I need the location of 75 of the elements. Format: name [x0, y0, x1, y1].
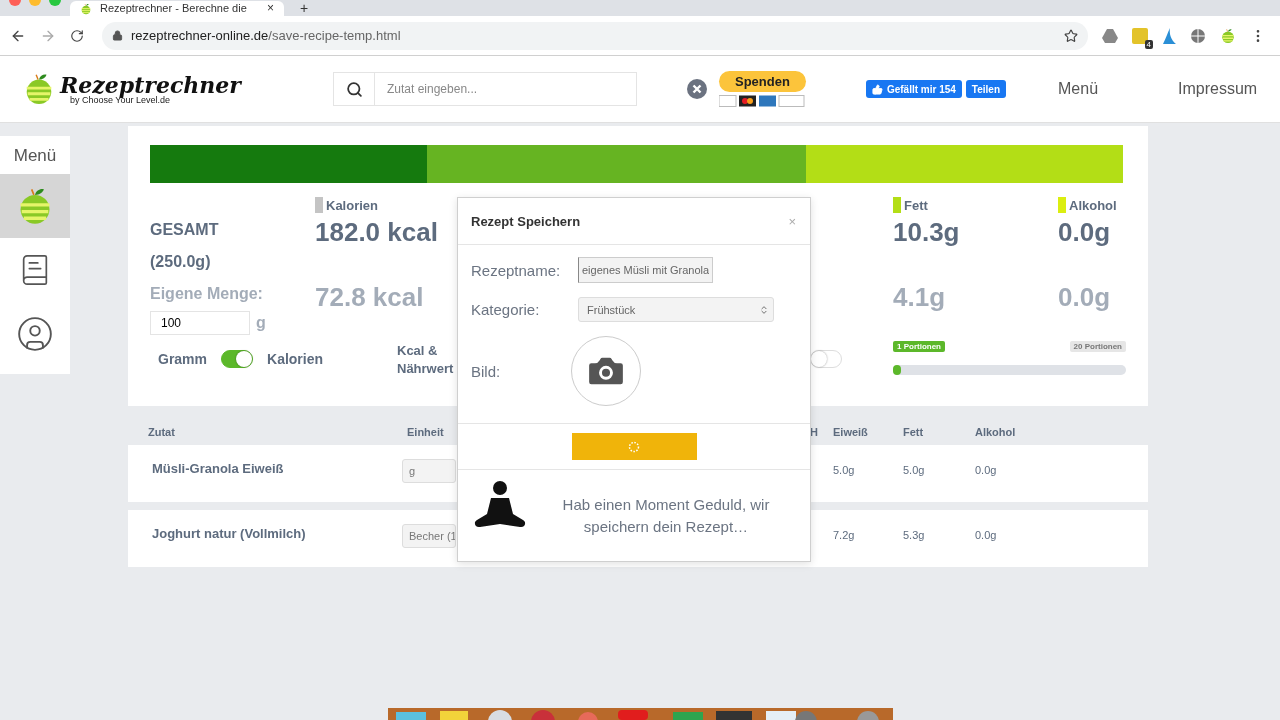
updown-icon [759, 304, 769, 315]
category-select[interactable]: Frühstück [578, 297, 774, 322]
amount-field[interactable]: 100 [150, 311, 250, 335]
stat-label: Alkohol [1069, 197, 1117, 213]
search-bar[interactable]: Zutat eingeben... [333, 72, 637, 106]
extension-icon[interactable] [1132, 27, 1148, 44]
kcal-switch[interactable] [810, 350, 842, 368]
unit-select[interactable]: g [402, 459, 456, 483]
table-cell-text: 0.0g [975, 529, 998, 541]
thumbs-up-icon [871, 83, 883, 95]
extension-badge: 4 [1144, 39, 1153, 49]
stat-total: 10.3g [893, 217, 960, 248]
table-cell-text: 5.0g [903, 464, 926, 476]
nav-link[interactable]: Menü [1058, 80, 1099, 98]
recipe-name-field[interactable]: eigenes Müsli mit Granola [578, 257, 713, 283]
ingredient-name: Müsli-Granola Eiweiß [151, 461, 285, 476]
mode-switch[interactable] [221, 350, 254, 368]
apple-extension-icon [1220, 27, 1236, 44]
stat-own: 0.0g [1058, 282, 1111, 313]
slider-fill[interactable] [893, 365, 901, 375]
kcal-toggle-label: Kcal & Nährwert [397, 343, 454, 376]
reload-icon[interactable] [70, 28, 84, 43]
field-label: Kategorie: [471, 301, 541, 318]
portions-slider[interactable] [893, 365, 1126, 375]
max-portions-tag: 20 Portionen [1069, 341, 1126, 352]
search-field[interactable]: Zutat eingeben... [375, 82, 636, 96]
column-header: Eiweiß [833, 426, 869, 438]
table-cell-text: 5.3g [903, 529, 926, 541]
column-header: Einheit [407, 426, 445, 438]
spinner-icon [628, 440, 640, 453]
tab-close-button[interactable]: × [267, 2, 274, 15]
address-bar[interactable]: rezeptrechner-online.de/save-recipe-temp.html [102, 21, 1088, 50]
favicon-icon [80, 2, 92, 15]
tab-title: Rezeptrechner - Berechne die [100, 2, 248, 15]
stat-label: Kalorien [326, 197, 378, 213]
lock-icon [112, 30, 123, 41]
close-icon[interactable] [687, 79, 707, 99]
search-icon[interactable] [345, 80, 363, 98]
summary-title: GESAMT [150, 221, 220, 239]
column-header: Alkohol [975, 426, 1017, 438]
stat-total: 0.0g [1058, 217, 1111, 248]
stat-own: 72.8 kcal [315, 282, 424, 313]
stat-label: Fett [904, 197, 928, 213]
own-amount-label: Eigene Menge: [150, 285, 264, 303]
like-button[interactable]: Gefällt mir 154 [865, 80, 962, 98]
share-button[interactable]: Teilen [965, 80, 1006, 98]
dialog-title: Rezept Speichern [471, 213, 581, 229]
toggle-label: Gramm [158, 351, 208, 367]
saving-message: Hab einen Moment Geduld, wir speichern dein Rezept… [561, 495, 771, 537]
field-label: Bild: [471, 362, 502, 380]
donate-button[interactable]: Spenden [719, 71, 806, 92]
nav-link[interactable]: Impressum [1178, 80, 1258, 98]
ingredient-name: Joghurt natur (Vollmilch) [151, 526, 307, 541]
field-label: Rezeptname: [471, 261, 562, 279]
new-tab-button[interactable]: + [300, 1, 309, 16]
column-header: Fett [903, 426, 925, 438]
stat-own: 4.1g [893, 282, 946, 313]
column-header: Zutat [147, 426, 176, 438]
table-cell-text: 0.0g [975, 464, 998, 476]
column-header: H [810, 426, 819, 438]
browser-tab[interactable]: Rezeptrechner - Berechne die × [70, 1, 284, 16]
stat-total: 182.0 kcal [315, 217, 438, 248]
url-path: /save-recipe-temp.html [268, 28, 401, 43]
table-cell-text: 7.2g [833, 529, 856, 541]
min-portions-tag: 1 Portionen [893, 341, 945, 352]
user-icon [16, 315, 54, 353]
sidebar-title: Menü [12, 145, 58, 167]
bookmark-star-icon[interactable] [1064, 28, 1078, 43]
toggle-label: Kalorien [267, 351, 324, 367]
unit-label: g [256, 314, 266, 332]
table-cell-text: 5.0g [833, 464, 856, 476]
url-host: rezeptrechner-online.de [131, 28, 269, 43]
globe-icon[interactable] [1190, 27, 1206, 44]
summary-weight: (250.0g) [150, 253, 212, 271]
logo-title: Rezeptrechner [60, 73, 241, 96]
